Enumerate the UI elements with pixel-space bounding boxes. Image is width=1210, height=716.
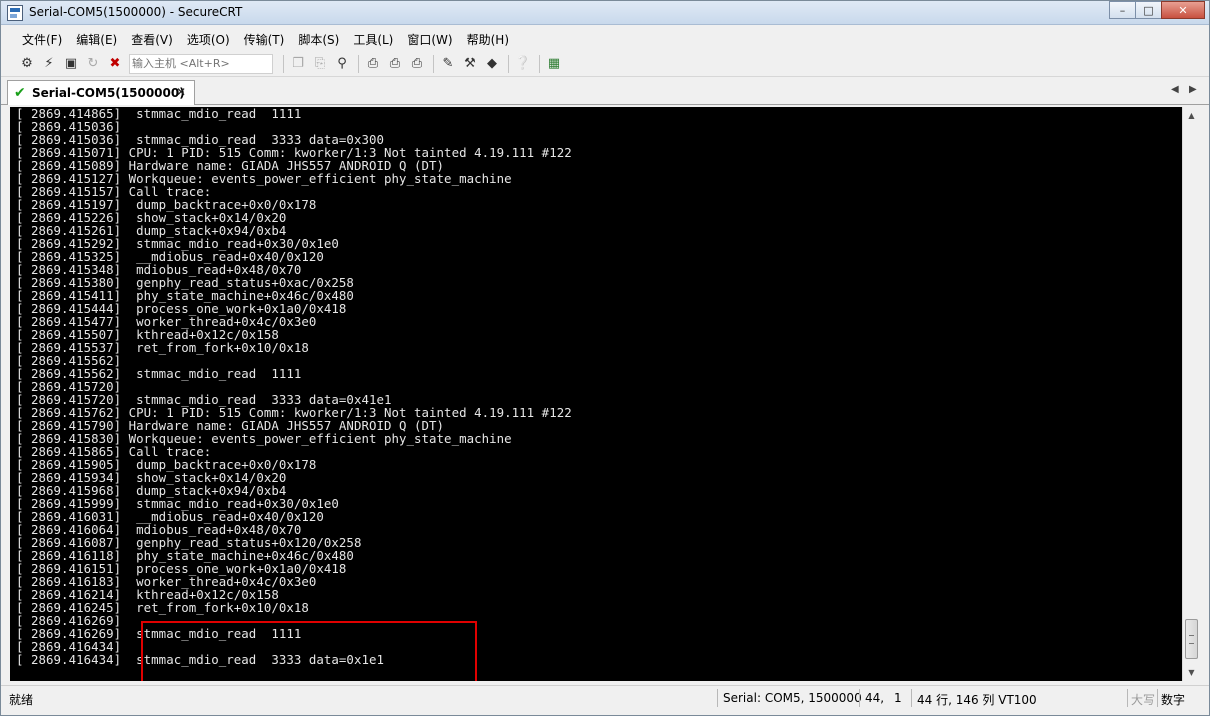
maximize-button[interactable]: □ [1135,1,1162,19]
session-tab[interactable]: ✔ Serial-COM5(1500000) ✕ [7,80,195,105]
toolbar-separator [283,54,284,73]
window-title: Serial-COM5(1500000) - SecureCRT [29,5,243,19]
toolbar: ⚙ ⚡ ▣ ↻ ✖ ❐ ⎘ ⚲ ⎙ ⎙ ⎙ ✎ ⚒ ◆ ❔ ▦ [1,51,1209,77]
terminal-line: [ 2869.415562] stmmac_mdio_read 1111 [16,366,302,381]
window-controls: – □ ✕ [1109,1,1205,20]
toolbar-separator [539,54,540,73]
menu-file[interactable]: 文件(F) [15,29,69,50]
vertical-scrollbar[interactable]: ▲ ▼ [1182,107,1200,681]
title-bar[interactable]: Serial-COM5(1500000) - SecureCRT – □ ✕ [1,1,1209,25]
status-separator [911,689,912,707]
session-tab-label: Serial-COM5(1500000) [32,86,185,100]
print-selection-icon[interactable]: ⎙ [385,54,405,74]
status-num: 数字 [1161,693,1186,707]
session-options-icon[interactable]: ✎ [438,54,458,74]
menu-view[interactable]: 查看(V) [124,29,180,50]
menu-help[interactable]: 帮助(H) [460,29,516,50]
copy-icon[interactable]: ❐ [288,54,308,74]
menu-options[interactable]: 选项(O) [180,29,237,50]
menu-edit[interactable]: 编辑(E) [69,29,124,50]
status-col: 1 [894,691,902,705]
menu-bar: 文件(F) 编辑(E) 查看(V) 选项(O) 传输(T) 脚本(S) 工具(L… [1,27,1209,51]
minimize-button[interactable]: – [1109,1,1136,19]
status-separator [1127,689,1128,707]
quick-connect-icon[interactable]: ⚡ [39,54,59,74]
status-caps: 大写 [1131,693,1156,707]
securecrt-app-icon[interactable] [7,5,23,21]
connect-icon[interactable]: ⚙ [17,54,37,74]
close-button[interactable]: ✕ [1161,1,1205,19]
toolbar-separator [508,54,509,73]
print-icon[interactable]: ⎙ [363,54,383,74]
toolbar-separator [433,54,434,73]
status-ready: 就绪 [9,693,34,707]
terminal-line: [ 2869.416245] ret_from_fork+0x10/0x18 [16,600,309,615]
menu-script[interactable]: 脚本(S) [291,29,346,50]
terminal-line: [ 2869.414865] stmmac_mdio_read 1111 [16,107,302,121]
tab-scroll-left-icon[interactable]: ◀ [1171,84,1179,95]
status-bar: 就绪 Serial: COM5, 1500000 44, 1 44 行, 146… [1,685,1209,709]
session-tab-strip: ✔ Serial-COM5(1500000) ✕ ◀ ▶ [1,78,1209,105]
tab-close-icon[interactable]: ✕ [176,85,186,99]
status-size: 44 行, 146 列 VT100 [917,693,1037,707]
paste-icon[interactable]: ⎘ [310,54,330,74]
connect-in-tab-icon[interactable]: ▣ [61,54,81,74]
find-icon[interactable]: ⚲ [332,54,352,74]
scroll-down-icon[interactable]: ▼ [1183,664,1200,681]
disconnect-icon[interactable]: ✖ [105,54,125,74]
toolbar-separator [358,54,359,73]
highlight-annotation-box [141,621,477,681]
scroll-up-icon[interactable]: ▲ [1183,107,1200,124]
sftp-icon[interactable]: ▦ [544,54,564,74]
menu-transfer[interactable]: 传输(T) [237,29,292,50]
status-row: 44, [865,691,885,705]
menu-tools[interactable]: 工具(L) [346,29,400,50]
terminal-output: [ 2869.414865] stmmac_mdio_read 1111 [ 28… [16,107,1176,666]
reconnect-icon[interactable]: ↻ [83,54,103,74]
keymap-icon[interactable]: ◆ [482,54,502,74]
menu-window[interactable]: 窗口(W) [400,29,459,50]
scrollbar-thumb[interactable] [1185,619,1198,659]
status-separator [1157,689,1158,707]
help-icon[interactable]: ❔ [513,54,533,74]
print-setup-icon[interactable]: ⎙ [407,54,427,74]
check-icon: ✔ [14,85,26,101]
terminal-line: [ 2869.415537] ret_from_fork+0x10/0x18 [16,340,309,355]
status-separator [717,689,718,707]
host-input[interactable] [129,53,273,74]
status-separator [859,689,860,707]
securecrt-window: Serial-COM5(1500000) - SecureCRT – □ ✕ 文… [0,0,1210,716]
tab-scroll-right-icon[interactable]: ▶ [1189,84,1197,95]
status-connection: Serial: COM5, 1500000 [723,691,862,705]
global-options-icon[interactable]: ⚒ [460,54,480,74]
terminal-screen[interactable]: [ 2869.414865] stmmac_mdio_read 1111 [ 28… [10,107,1182,681]
